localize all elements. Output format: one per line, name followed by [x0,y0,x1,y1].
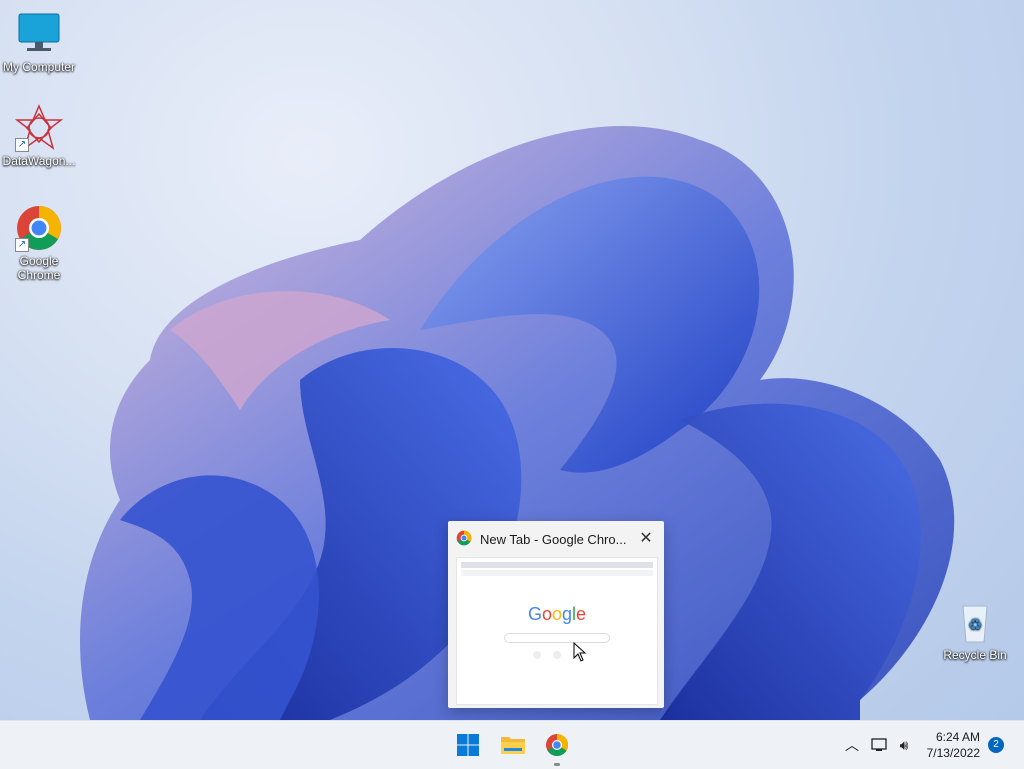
svg-text:♻: ♻ [968,615,982,634]
chrome-taskbar-button[interactable] [541,729,573,766]
desktop-icon-my-computer[interactable]: My Computer [0,10,78,74]
clock-time: 6:24 AM [935,730,980,744]
chrome-icon [456,530,472,549]
monitor-icon [15,10,63,58]
desktop-icon-label: DataWagon... [2,154,76,168]
windows-logo-icon [457,734,479,756]
chrome-icon: ↗ [15,204,63,252]
preview-header: New Tab - Google Chro... ✕ [448,521,664,557]
thumb-search-box [504,633,610,643]
notification-badge[interactable]: 2 [988,737,1004,753]
preview-title: New Tab - Google Chro... [480,531,627,547]
thumb-tabbar [461,562,653,568]
desktop-icon-label: Recycle Bin [943,648,1007,662]
running-indicator [554,763,560,766]
recycle-bin-icon: ♻ [951,598,999,646]
file-explorer-button[interactable] [497,729,529,761]
datawagon-icon: ↗ [14,104,64,152]
thumb-addressbar [461,570,653,576]
desktop-icon-datawagon[interactable]: ↗ DataWagon... [0,104,78,168]
volume-button[interactable]: 🔊︎ [888,729,920,761]
start-button[interactable] [452,729,484,761]
network-icon [871,738,887,751]
google-logo: Google [527,604,587,624]
shortcut-arrow-icon: ↗ [15,238,29,252]
clock-date: 7/13/2022 [926,746,980,760]
mouse-cursor-icon [573,642,587,662]
speaker-icon: 🔊︎ [899,736,909,753]
folder-icon [501,737,525,754]
taskbar-window-preview[interactable]: New Tab - Google Chro... ✕ Google [448,521,664,708]
close-icon[interactable]: ✕ [636,529,656,549]
thumb-shortcuts [457,651,657,659]
desktop-icon-label: Google Chrome [17,254,61,282]
taskbar: ︿ 🔊︎ 6:24 AM 7/13/2022 2 [0,720,1024,769]
window-thumbnail[interactable]: Google [456,557,658,705]
desktop-icon-google-chrome[interactable]: ↗ Google Chrome [0,204,78,282]
desktop-icon-label: My Computer [2,60,76,74]
desktop-icon-recycle-bin[interactable]: ♻ Recycle Bin [936,598,1014,662]
shortcut-arrow-icon: ↗ [15,138,29,152]
chevron-up-icon: ︿ [845,737,859,753]
chrome-icon [546,734,568,756]
clock[interactable]: 6:24 AM 7/13/2022 [927,729,980,761]
